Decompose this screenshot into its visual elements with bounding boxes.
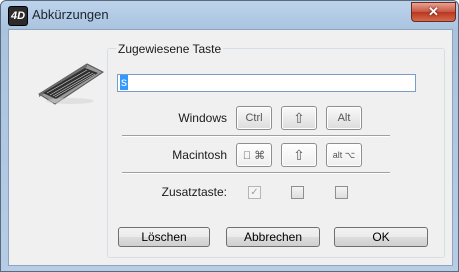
assigned-key-group-label: Zugewiesene Taste bbox=[116, 42, 224, 56]
windows-ctrl-key[interactable]: Ctrl bbox=[236, 106, 272, 130]
key-input-value: s bbox=[120, 75, 128, 90]
dialog-window: 4D Abkürzungen ✕ Zugewiesene Taste s Win… bbox=[0, 0, 459, 272]
windows-shift-key[interactable]: ⇧ bbox=[281, 106, 317, 130]
close-button[interactable]: ✕ bbox=[411, 2, 456, 22]
option-icon: alt ⌥ bbox=[332, 149, 356, 160]
separator-2 bbox=[122, 172, 390, 174]
mac-command-key[interactable]:  ⌘ bbox=[236, 143, 272, 167]
windows-label: Windows bbox=[178, 111, 227, 125]
macintosh-label: Macintosh bbox=[172, 148, 227, 162]
modifier-checkbox-2[interactable] bbox=[291, 186, 304, 199]
app-4d-icon: 4D bbox=[8, 6, 28, 26]
cancel-button[interactable]: Abbrechen bbox=[226, 227, 320, 247]
modifier-checkbox-1[interactable]: ✓ bbox=[248, 186, 261, 199]
shift-icon: ⇧ bbox=[293, 146, 305, 163]
windows-alt-key[interactable]: Alt bbox=[326, 106, 362, 130]
title-bar[interactable]: 4D Abkürzungen ✕ bbox=[1, 1, 458, 29]
modifier-checkbox-3[interactable] bbox=[335, 186, 348, 199]
mac-shift-key[interactable]: ⇧ bbox=[281, 143, 317, 167]
window-title: Abkürzungen bbox=[32, 7, 109, 22]
ok-button[interactable]: OK bbox=[334, 227, 428, 247]
dialog-client-area: Zugewiesene Taste s Windows Ctrl ⇧ Alt M… bbox=[8, 29, 453, 266]
keyboard-icon bbox=[38, 63, 104, 105]
mac-option-key[interactable]: alt ⌥ bbox=[326, 143, 362, 167]
close-icon: ✕ bbox=[428, 4, 439, 19]
apple-command-icon:  ⌘ bbox=[243, 149, 265, 162]
delete-button[interactable]: Löschen bbox=[118, 227, 210, 247]
modifier-label: Zusatztaste: bbox=[161, 185, 227, 199]
separator-1 bbox=[122, 135, 390, 137]
key-input[interactable]: s bbox=[117, 74, 416, 92]
shift-icon: ⇧ bbox=[293, 109, 305, 126]
